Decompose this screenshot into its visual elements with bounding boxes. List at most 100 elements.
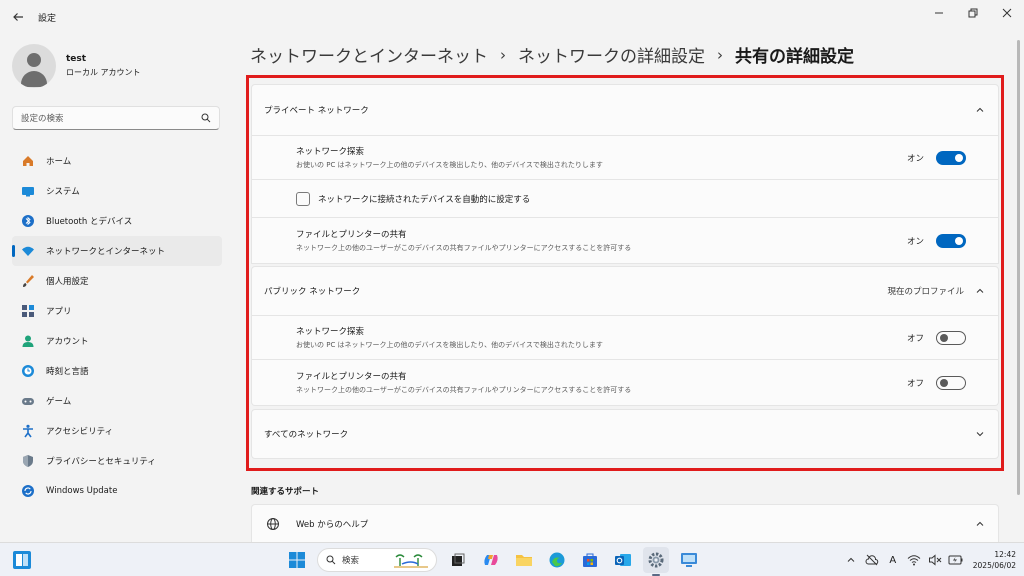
- restore-button[interactable]: [956, 0, 990, 26]
- input-indicator[interactable]: A: [884, 551, 902, 569]
- copilot-button[interactable]: [478, 547, 504, 573]
- globe-icon: [264, 515, 282, 533]
- settings-app-button[interactable]: [643, 547, 669, 576]
- related-support-title: 関連するサポート: [251, 487, 320, 497]
- profile-account-type: ローカル アカウント: [66, 68, 141, 77]
- sidebar-item-label: アカウント: [46, 337, 89, 347]
- web-help-header[interactable]: Web からのヘルプ: [251, 504, 999, 542]
- battery-button[interactable]: [947, 551, 965, 569]
- outlook-icon: [615, 554, 631, 566]
- file-explorer-button[interactable]: [511, 547, 537, 573]
- sidebar-item-accounts[interactable]: アカウント: [12, 326, 222, 356]
- cloud-off-icon: [865, 554, 878, 566]
- remote-desktop-button[interactable]: [676, 547, 702, 573]
- widgets-button[interactable]: [12, 550, 32, 570]
- sidebar-item-accessibility[interactable]: アクセシビリティ: [12, 416, 222, 446]
- sidebar-item-personalization[interactable]: 個人用設定: [12, 266, 222, 296]
- scrollbar[interactable]: [1017, 40, 1020, 495]
- settings-search-input[interactable]: 設定の検索: [12, 106, 220, 130]
- sidebar-item-gaming[interactable]: ゲーム: [12, 386, 222, 416]
- gear-icon: [648, 552, 664, 568]
- sidebar-item-label: アプリ: [46, 307, 72, 317]
- task-view-button[interactable]: [445, 547, 471, 573]
- beach-decoration-icon: [394, 554, 428, 568]
- sidebar-item-label: システム: [46, 187, 80, 197]
- sidebar-item-label: 個人用設定: [46, 277, 89, 287]
- shield-icon: [19, 452, 37, 470]
- user-profile[interactable]: test ローカル アカウント: [12, 44, 141, 88]
- folder-icon: [516, 555, 532, 566]
- search-icon: [326, 555, 336, 565]
- sidebar-item-home[interactable]: ホーム: [12, 146, 222, 176]
- sidebar-item-bluetooth[interactable]: Bluetooth とデバイス: [12, 206, 222, 236]
- copilot-icon: [484, 555, 498, 565]
- profile-name: test: [66, 54, 87, 64]
- clock-globe-icon: [19, 362, 37, 380]
- start-button[interactable]: [284, 547, 310, 573]
- sidebar-item-apps[interactable]: アプリ: [12, 296, 222, 326]
- sidebar-item-time-language[interactable]: 時刻と言語: [12, 356, 222, 386]
- sidebar-item-windows-update[interactable]: Windows Update: [12, 476, 222, 506]
- wifi-icon: [907, 555, 921, 566]
- tray-overflow-button[interactable]: [842, 551, 860, 569]
- network-status-button[interactable]: [905, 551, 923, 569]
- search-placeholder: 設定の検索: [21, 114, 64, 124]
- sidebar-item-label: ホーム: [46, 157, 72, 167]
- volume-button[interactable]: [926, 551, 944, 569]
- clock-date: 2025/06/02: [972, 561, 1016, 570]
- window-controls: [922, 0, 1024, 26]
- sidebar-item-privacy-security[interactable]: プライバシーとセキュリティ: [12, 446, 222, 476]
- sidebar: test ローカル アカウント 設定の検索 ホーム システム Bluetooth…: [0, 34, 236, 542]
- outlook-button[interactable]: [610, 547, 636, 573]
- home-icon: [19, 152, 37, 170]
- apps-icon: [19, 302, 37, 320]
- sidebar-item-label: ネットワークとインターネット: [46, 247, 166, 257]
- close-icon: [1002, 8, 1012, 18]
- clock-time: 12:42: [994, 550, 1016, 559]
- title-bar: 設定: [0, 0, 1024, 34]
- minimize-icon: [935, 12, 943, 14]
- widgets-icon: [13, 551, 31, 569]
- taskbar-apps: 検索: [284, 547, 709, 576]
- taskbar: 検索 A 12:42 2025/06/02: [0, 542, 1024, 576]
- gamepad-icon: [19, 392, 37, 410]
- breadcrumb-advanced-network[interactable]: ネットワークの詳細設定: [518, 42, 705, 67]
- sidebar-item-system[interactable]: システム: [12, 176, 222, 206]
- taskbar-search[interactable]: 検索: [317, 548, 437, 572]
- highlight-annotation: [246, 75, 1004, 471]
- update-icon: [19, 482, 37, 500]
- restore-icon: [968, 8, 978, 18]
- minimize-button[interactable]: [922, 0, 956, 26]
- sidebar-item-label: ゲーム: [46, 397, 72, 407]
- store-button[interactable]: [577, 547, 603, 573]
- sidebar-item-label: Windows Update: [46, 486, 118, 496]
- brush-icon: [19, 272, 37, 290]
- sidebar-item-network[interactable]: ネットワークとインターネット: [12, 236, 222, 266]
- back-button[interactable]: [8, 7, 28, 27]
- taskbar-clock[interactable]: 12:42 2025/06/02: [973, 549, 1016, 571]
- breadcrumb-separator: ›: [717, 45, 723, 64]
- taskbar-search-placeholder: 検索: [342, 556, 360, 566]
- speaker-muted-icon: [928, 554, 942, 566]
- edge-button[interactable]: [544, 547, 570, 573]
- avatar: [12, 44, 56, 88]
- sidebar-item-label: アクセシビリティ: [46, 427, 114, 437]
- store-icon: [583, 553, 597, 567]
- breadcrumb-network-internet[interactable]: ネットワークとインターネット: [250, 42, 488, 67]
- page-title: 共有の詳細設定: [735, 47, 854, 67]
- sidebar-item-label: 時刻と言語: [46, 367, 89, 377]
- sidebar-item-label: Bluetooth とデバイス: [46, 217, 133, 227]
- battery-charging-icon: [948, 555, 963, 565]
- close-button[interactable]: [990, 0, 1024, 26]
- windows-logo-icon: [289, 552, 305, 568]
- bluetooth-icon: [19, 212, 37, 230]
- system-tray: A 12:42 2025/06/02: [839, 547, 1016, 573]
- task-view-icon: [452, 553, 465, 566]
- breadcrumb-separator: ›: [500, 45, 506, 64]
- search-icon: [201, 113, 211, 123]
- breadcrumb: ネットワークとインターネット › ネットワークの詳細設定 › 共有の詳細設定: [250, 42, 854, 68]
- edge-icon: [549, 552, 565, 568]
- cloud-sync-button[interactable]: [863, 551, 881, 569]
- monitor-icon: [681, 553, 697, 567]
- account-icon: [19, 332, 37, 350]
